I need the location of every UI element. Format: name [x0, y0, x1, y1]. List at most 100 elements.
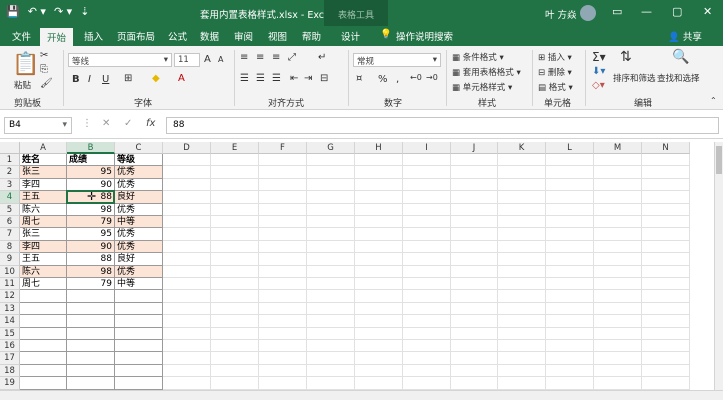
row-header-19[interactable]: 19 [0, 377, 20, 390]
column-header-a[interactable]: A [20, 142, 67, 154]
cell-k9[interactable] [498, 253, 546, 266]
cell-m4[interactable] [594, 191, 642, 204]
cell-c10[interactable]: 优秀 [115, 265, 163, 278]
cell-n19[interactable] [642, 377, 690, 390]
cell-n2[interactable] [642, 166, 690, 179]
cell-m1[interactable] [594, 154, 642, 167]
cell-b1[interactable]: 成绩 [67, 154, 115, 167]
cell-c8[interactable]: 优秀 [115, 240, 163, 254]
cell-f11[interactable] [259, 278, 307, 291]
currency-icon[interactable]: ¤ [356, 73, 362, 84]
cell-h11[interactable] [355, 278, 403, 291]
cell-l3[interactable] [546, 178, 594, 192]
row-header-5[interactable]: 5 [0, 203, 20, 216]
cell-c9[interactable]: 良好 [115, 253, 163, 266]
row-header-6[interactable]: 6 [0, 216, 20, 229]
cell-m12[interactable] [594, 290, 642, 303]
grow-font-icon[interactable]: A [204, 54, 211, 65]
align-left-icon[interactable]: ☰ [240, 73, 249, 84]
cell-b6[interactable]: 79 [67, 216, 115, 229]
wrap-text-icon[interactable]: ↵ [318, 52, 326, 63]
cell-b5[interactable]: 98 [67, 203, 115, 216]
column-header-j[interactable]: J [451, 142, 498, 154]
cell-f3[interactable] [259, 178, 307, 192]
cell-style-button[interactable]: ▦ 单元格样式 ▾ [452, 81, 512, 93]
cell-a7[interactable]: 张三 [20, 228, 67, 241]
column-header-c[interactable]: C [115, 142, 163, 154]
cell-i1[interactable] [403, 154, 451, 167]
cell-a17[interactable] [20, 352, 67, 365]
tab-insert[interactable]: 插入 [84, 29, 103, 43]
cell-j4[interactable] [451, 191, 498, 204]
cell-g1[interactable] [307, 154, 355, 167]
column-header-d[interactable]: D [163, 142, 211, 154]
cell-d3[interactable] [163, 178, 211, 192]
tab-review[interactable]: 审阅 [234, 29, 253, 43]
cell-c13[interactable] [115, 302, 163, 316]
cell-a14[interactable] [20, 315, 67, 328]
cell-i9[interactable] [403, 253, 451, 266]
cell-i8[interactable] [403, 240, 451, 254]
row-header-4[interactable]: 4 [0, 191, 20, 204]
cell-c2[interactable]: 优秀 [115, 166, 163, 179]
tell-me-search[interactable]: 操作说明搜索 [396, 29, 453, 43]
row-header-9[interactable]: 9 [0, 253, 20, 266]
cell-b19[interactable] [67, 377, 115, 390]
cell-h13[interactable] [355, 302, 403, 316]
cell-d6[interactable] [163, 216, 211, 229]
cell-h10[interactable] [355, 265, 403, 278]
underline-button[interactable]: U [102, 74, 109, 85]
row-header-15[interactable]: 15 [0, 327, 20, 340]
scroll-thumb[interactable] [716, 146, 722, 174]
cell-c6[interactable]: 中等 [115, 216, 163, 229]
find-select-label[interactable]: 查找和选择 [657, 72, 700, 84]
cell-j11[interactable] [451, 278, 498, 291]
cell-j10[interactable] [451, 265, 498, 278]
cell-h18[interactable] [355, 364, 403, 378]
cell-l7[interactable] [546, 228, 594, 241]
cell-l5[interactable] [546, 203, 594, 216]
cell-k11[interactable] [498, 278, 546, 291]
cell-g2[interactable] [307, 166, 355, 179]
cell-j2[interactable] [451, 166, 498, 179]
cell-a6[interactable]: 周七 [20, 216, 67, 229]
cell-m2[interactable] [594, 166, 642, 179]
cell-i2[interactable] [403, 166, 451, 179]
cell-g17[interactable] [307, 352, 355, 365]
font-size-box[interactable]: 11 [174, 53, 200, 67]
cell-e1[interactable] [211, 154, 259, 167]
cell-a16[interactable] [20, 340, 67, 353]
column-header-f[interactable]: F [259, 142, 307, 154]
tab-file[interactable]: 文件 [12, 29, 31, 43]
align-right-icon[interactable]: ☰ [272, 73, 281, 84]
row-header-13[interactable]: 13 [0, 302, 20, 316]
font-color-icon[interactable]: A [178, 73, 185, 84]
cell-m14[interactable] [594, 315, 642, 328]
cell-j15[interactable] [451, 327, 498, 340]
cell-b15[interactable] [67, 327, 115, 340]
cell-g15[interactable] [307, 327, 355, 340]
cell-m11[interactable] [594, 278, 642, 291]
column-header-i[interactable]: I [403, 142, 451, 154]
cell-m7[interactable] [594, 228, 642, 241]
cell-a2[interactable]: 张三 [20, 166, 67, 179]
borders-icon[interactable]: ⊞ [124, 73, 132, 84]
redo-icon[interactable]: ↷ ▾ [54, 5, 72, 18]
cell-b17[interactable] [67, 352, 115, 365]
cell-f19[interactable] [259, 377, 307, 390]
undo-icon[interactable]: ↶ ▾ [28, 5, 46, 18]
cell-m13[interactable] [594, 302, 642, 316]
cell-i11[interactable] [403, 278, 451, 291]
format-cells-button[interactable]: ▤ 格式 ▾ [538, 81, 573, 93]
cell-j9[interactable] [451, 253, 498, 266]
align-bottom-icon[interactable]: ≡ [272, 52, 280, 63]
cell-d10[interactable] [163, 265, 211, 278]
cell-l1[interactable] [546, 154, 594, 167]
cell-e7[interactable] [211, 228, 259, 241]
cancel-icon[interactable]: ✕ [102, 118, 110, 129]
format-table-button[interactable]: ▦ 套用表格格式 ▾ [452, 66, 521, 78]
cell-k17[interactable] [498, 352, 546, 365]
cell-i12[interactable] [403, 290, 451, 303]
cell-j6[interactable] [451, 216, 498, 229]
cell-g18[interactable] [307, 364, 355, 378]
